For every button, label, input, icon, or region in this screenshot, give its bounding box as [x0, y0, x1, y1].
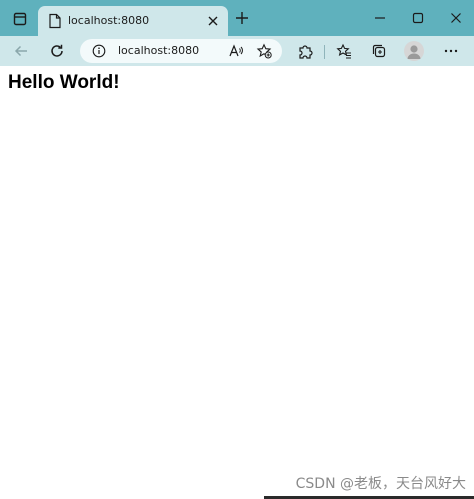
browser-tab[interactable]: localhost:8080	[38, 6, 228, 36]
back-button[interactable]	[12, 42, 30, 60]
watermark-text: CSDN @老板，天台风好大	[295, 476, 466, 492]
info-icon[interactable]	[92, 44, 106, 58]
reload-icon	[51, 44, 63, 57]
plus-icon	[236, 12, 248, 24]
page-heading: Hello World!	[8, 72, 120, 93]
collections-icon[interactable]	[370, 42, 388, 60]
minimize-button[interactable]	[370, 8, 390, 28]
close-icon	[451, 13, 461, 23]
star-add-icon[interactable]	[256, 43, 272, 59]
title-bar: localhost:8080	[0, 0, 474, 36]
maximize-icon	[412, 12, 424, 24]
toolbar: localhost:8080	[0, 36, 474, 66]
close-window-button[interactable]	[446, 8, 466, 28]
read-aloud-icon[interactable]	[228, 43, 244, 59]
close-icon	[208, 16, 218, 26]
tab-actions-icon[interactable]	[8, 8, 32, 30]
reload-button[interactable]	[48, 42, 66, 60]
page-content: Hello World! CSDN @老板，天台风好大	[0, 66, 474, 499]
close-tab-button[interactable]	[206, 14, 220, 28]
minimize-icon	[375, 17, 385, 19]
toolbar-separator	[324, 45, 325, 59]
maximize-button[interactable]	[408, 8, 428, 28]
page-icon	[48, 13, 62, 29]
tab-title: localhost:8080	[68, 14, 150, 27]
avatar-icon[interactable]	[404, 41, 424, 61]
address-text[interactable]: localhost:8080	[118, 44, 199, 57]
back-arrow-icon	[14, 45, 27, 57]
address-bar[interactable]: localhost:8080	[80, 39, 282, 63]
puzzle-icon[interactable]	[296, 42, 314, 60]
more-icon[interactable]	[442, 42, 460, 60]
favorites-icon[interactable]	[335, 42, 353, 60]
new-tab-button[interactable]	[234, 10, 250, 26]
